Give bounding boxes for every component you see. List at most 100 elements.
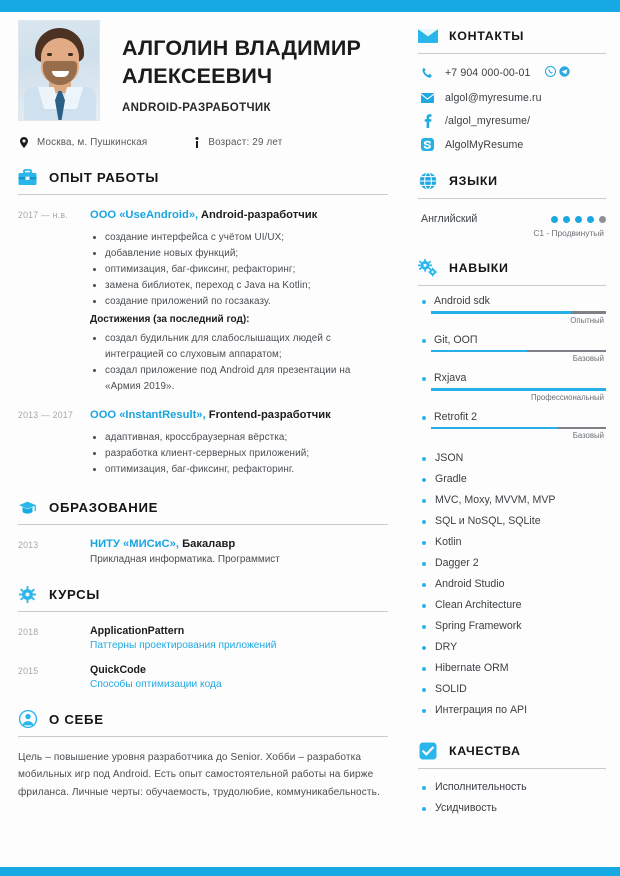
section-title: КАЧЕСТВА [449, 743, 521, 758]
qualities-list: Исполнительность Усидчивость [418, 777, 606, 819]
check-square-icon [418, 741, 438, 761]
list-item: Android Studio [422, 574, 606, 595]
language-name: Английский [421, 213, 478, 225]
entry-achievements: создал будильник для слабослышащих людей… [90, 331, 388, 395]
language-item: Английский C1 - Продвинутый [418, 213, 606, 238]
list-item: оптимизация, баг-фиксинг, рефакторинг. [90, 462, 388, 478]
skill-progress-fill [431, 349, 528, 352]
section-skills: НАВЫКИ Android sdk Опытный Git, ООП Базо… [408, 258, 606, 721]
email-address: algol@myresume.ru [445, 92, 542, 104]
list-item: Hibernate ORM [422, 658, 606, 679]
language-rating-dots [551, 215, 606, 223]
user-circle-icon [18, 710, 37, 729]
skill-name: Rxjava [421, 372, 606, 384]
list-item: создал приложение под Android для презен… [90, 363, 388, 395]
info-icon [195, 137, 199, 148]
skype-handle: AlgolMyResume [445, 138, 524, 151]
briefcase-icon [18, 168, 37, 187]
list-item: Интеграция по API [422, 700, 606, 721]
list-item: создание интерфейса с учётом UI/UX; [90, 230, 388, 246]
skill-progress-track [431, 426, 606, 429]
phone-number: +7 904 000-00-01 [445, 67, 531, 79]
skill-level: Профессиональный [530, 392, 604, 402]
list-item: Исполнительность [422, 777, 606, 798]
list-item: разработка клиент-серверных приложений; [90, 446, 388, 462]
contact-email-row[interactable]: algol@myresume.ru [418, 92, 606, 104]
course-subtitle: Способы оптимизации кода [90, 678, 222, 690]
resume-columns: АЛГОЛИН ВЛАДИМИР АЛЕКСЕЕВИЧ ANDROID-РАЗР… [0, 12, 620, 819]
entry-dates: 2013 [18, 539, 39, 550]
section-title: НАВЫКИ [449, 261, 509, 275]
facebook-handle: /algol_myresume/ [445, 115, 531, 127]
skills-list: JSON Gradle MVC, Moxy, MVVM, MVP SQL и N… [418, 448, 606, 721]
gear-icon [18, 585, 37, 604]
list-item: создал будильник для слабослышащих людей… [90, 331, 388, 363]
section-experience: ОПЫТ РАБОТЫ 2017 — н.в. ООО «UseAndroid»… [0, 168, 408, 478]
header-block: АЛГОЛИН ВЛАДИМИР АЛЕКСЕЕВИЧ ANDROID-РАЗР… [0, 12, 408, 121]
phone-icon [420, 67, 435, 80]
location-group: Москва, м. Пушкинская [20, 137, 147, 148]
section-languages: ЯЗЫКИ Английский C1 - Продвинутый [408, 171, 606, 238]
list-item: Spring Framework [422, 616, 606, 637]
gears-icon [418, 258, 438, 278]
header-meta: Москва, м. Пушкинская Возраст: 29 лет [0, 121, 408, 148]
whatsapp-icon[interactable] [544, 64, 556, 82]
course-entry: 2015 QuickCode Способы оптимизации кода [18, 664, 388, 690]
skill-level: Базовый [572, 354, 604, 363]
list-item: Kotlin [422, 532, 606, 553]
course-name: ApplicationPattern [90, 624, 185, 637]
list-item: оптимизация, баг-фиксинг, рефакторинг; [90, 262, 388, 278]
section-contacts: КОНТАКТЫ +7 904 000-00-01 algol@myresume… [408, 26, 606, 151]
list-item: MVC, Moxy, MVVM, MVP [422, 490, 606, 511]
skill-progress-fill [431, 426, 557, 429]
section-title: ОПЫТ РАБОТЫ [49, 170, 159, 185]
section-title: КОНТАКТЫ [449, 29, 525, 43]
skill-progress-fill [431, 311, 571, 314]
entry-heading: НИТУ «МИСиС», Бакалавр [90, 538, 388, 550]
divider [418, 198, 606, 199]
list-item: SOLID [422, 679, 606, 700]
entry-bullets: адаптивная, кроссбраузерная вёрстка; раз… [90, 430, 388, 478]
list-item: Gradle [422, 469, 606, 490]
position-name: Android-разработчик [198, 209, 318, 221]
list-item: добавление новых функций; [90, 246, 388, 262]
entry-dates: 2017 — н.в. [18, 210, 68, 220]
experience-entry: 2013 — 2017 ООО «InstantResult», Fronten… [18, 408, 388, 478]
telegram-icon[interactable] [558, 64, 570, 82]
about-text: Цель – повышение уровня разработчика до … [18, 751, 380, 798]
skill-progress-track [431, 349, 606, 352]
company-name: ООО «InstantResult», [90, 409, 206, 422]
mail-icon [420, 93, 435, 103]
skill-progress-track [431, 388, 606, 391]
job-role-subtitle: ANDROID-РАЗРАБОТЧИК [122, 101, 271, 114]
entry-dates: 2018 [18, 626, 39, 637]
list-item: JSON [422, 448, 606, 469]
list-item: Усидчивость [422, 798, 606, 819]
contact-skype-row[interactable]: AlgolMyResume [418, 138, 606, 151]
list-item: Dagger 2 [422, 553, 606, 574]
company-name: ООО «UseAndroid», [90, 209, 199, 221]
divider [18, 735, 388, 737]
contact-phone-row[interactable]: +7 904 000-00-01 [418, 64, 606, 82]
contact-facebook-row[interactable]: /algol_myresume/ [418, 114, 606, 128]
skill-rated-item: Git, ООП Базовый [418, 334, 606, 363]
school-name: НИТУ «МИСиС», [90, 537, 179, 550]
skill-progress-fill [431, 388, 606, 391]
skype-icon [420, 138, 435, 151]
entry-heading: ООО «InstantResult», Frontend-разработчи… [90, 408, 388, 424]
divider [418, 53, 606, 54]
entry-heading: ООО «UseAndroid», Android-разработчик [90, 208, 388, 224]
language-level: C1 - Продвинутый [533, 228, 604, 238]
skill-name: Git, ООП [421, 334, 606, 346]
achievements-label: Достижения (за последний год): [90, 313, 250, 325]
list-item: SQL и NoSQL, SQLite [422, 511, 606, 532]
list-item: замена библиотек, переход с Java на Kotl… [90, 278, 388, 294]
skill-name: Retrofit 2 [421, 411, 606, 423]
skill-level: Опытный [570, 315, 604, 325]
position-name: Frontend-разработчик [205, 409, 331, 422]
envelope-icon [418, 26, 438, 46]
list-item: Clean Architecture [422, 595, 606, 616]
section-title: ОБРАЗОВАНИЕ [49, 499, 159, 515]
section-education: ОБРАЗОВАНИЕ 2013 НИТУ «МИСиС», Бакалавр … [0, 498, 408, 565]
page-title: АЛГОЛИН ВЛАДИМИР АЛЕКСЕЕВИЧ [122, 36, 362, 89]
